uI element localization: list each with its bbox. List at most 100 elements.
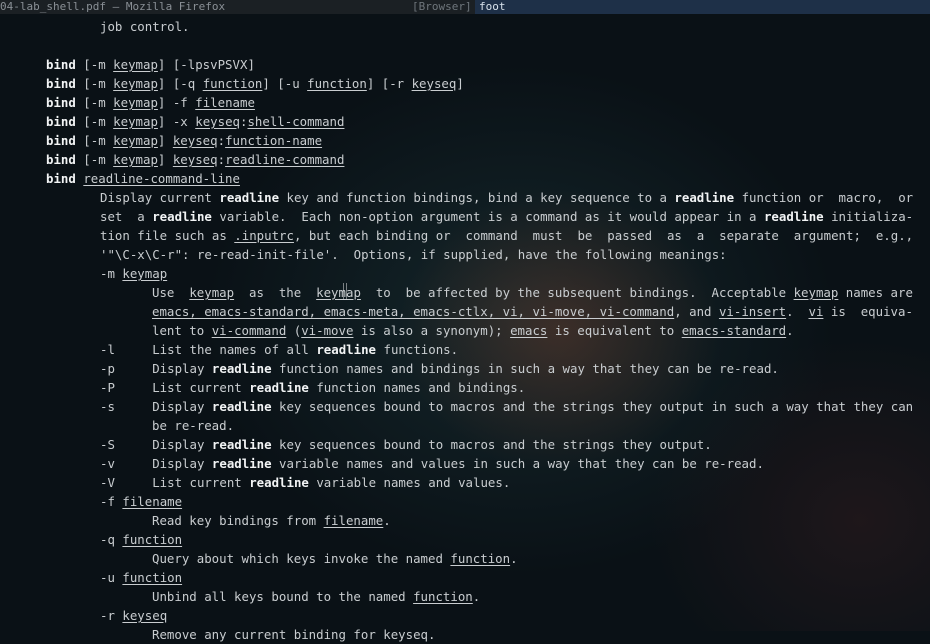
underlined-term: keymap [122,266,168,281]
underlined-term: keymap [189,285,235,300]
terminal-line: -s Display readline key sequences bound … [100,397,913,416]
text-run: -m [100,266,123,281]
underlined-term: vi-insert [718,304,787,319]
text-run: -P List current [100,380,250,395]
inactive-window-title: 04-lab_shell.pdf — Mozilla Firefox [0,0,226,13]
underlined-term: emacs, emacs-standard, emacs-meta, emacs… [152,304,675,319]
text-run: -v Display [100,456,212,471]
underlined-term: function [450,551,511,566]
terminal-line: bind [-m keymap] keyseq:function-name [46,131,322,150]
text-run: ] [-u [262,76,308,91]
text-run: -l List the names of all [100,342,317,357]
terminal-line: -l List the names of all readline functi… [100,340,458,359]
terminal-line: -r keyseq [100,606,167,625]
text-run: function names and bindings. [308,380,526,395]
inactive-window-tab[interactable]: 04-lab_shell.pdf — Mozilla Firefox [Brow… [0,0,472,14]
underlined-term: vi [808,304,824,319]
terminal-line: lent to vi-command (vi-move is also a sy… [152,321,794,340]
text-run: [-m [75,95,114,110]
text-run: -u [100,570,123,585]
underlined-term: keymap [793,285,839,300]
text-run: ] [157,133,173,148]
underlined-term: .inputrc [234,228,294,243]
text-run: lent to [152,323,212,338]
underlined-term: emacs [510,323,548,338]
underlined-term: function [307,76,367,91]
text-run: -q [100,532,123,547]
text-run: key and function bindings, bind a key se… [279,190,675,205]
underlined-term: keymap [113,133,158,148]
text-run: ] -f [157,95,196,110]
underlined-term: filename [323,513,384,528]
text-run: key sequences bound to macros and the st… [271,437,712,452]
terminal-line: -V List current readline variable names … [100,473,510,492]
text-run: is equiva- [823,304,913,319]
terminal-line: Read key bindings from filename. [152,511,391,530]
terminal-man-page[interactable]: job control. bind [-m keymap ] [-lpsvPSVX]… [0,14,930,642]
text-run: . [786,304,809,319]
bold-term: readline [219,190,280,205]
underlined-term: keyseq [195,114,240,129]
text-run: ] [-lpsvPSVX] [157,57,255,72]
terminal-line: bind [-m keymap] [-q function] [-u funct… [46,74,464,93]
terminal-line: -p Display readline function names and b… [100,359,779,378]
underlined-term: filename [122,494,183,509]
terminal-line: bind [-m keymap] -x keyseq:shell-command [46,112,344,131]
terminal-line: '"\C-x\C-r": re-read-init-file'. Options… [100,245,727,264]
text-run: . [472,589,481,604]
bold-term: readline [152,209,212,224]
terminal-line: Unbind all keys bound to the named funct… [152,587,480,606]
text-run: -s Display [100,399,212,414]
text-run: function names and bindings in such a wa… [271,361,779,376]
underlined-term: keyseq [172,133,218,148]
text-run: Read key bindings from [152,513,324,528]
text-run: [-m [75,114,114,129]
underlined-term: emacs-standard [681,323,787,338]
text-run: -p Display [100,361,212,376]
underlined-term: keymap [113,95,158,110]
bold-term: bind [46,133,76,148]
underlined-term: keymap [113,76,158,91]
text-run: Remove any current binding for keyseq. [152,627,436,642]
terminal-line: -P List current readline function names … [100,378,525,397]
text-run: -V List current [100,475,250,490]
text-run: job control. [100,19,190,34]
bold-term: bind [46,95,76,110]
terminal-line: emacs, emacs-standard, emacs-meta, emacs… [152,302,913,321]
bold-term: readline [211,437,272,452]
underlined-term: keymap [113,152,158,167]
text-run: is equivalent to [547,323,682,338]
terminal-line: job control. [100,17,190,36]
text-run: be re-read. [152,418,235,433]
text-run: variable names and values in such a way … [271,456,764,471]
bold-term: readline [211,399,272,414]
text-run: key sequences bound to macros and the st… [271,399,914,414]
text-run: ( [286,323,302,338]
terminal-line: Display current readline key and functio… [100,188,913,207]
bold-term: bind [46,152,76,167]
inactive-window-app-label: [Browser] [412,0,472,13]
underlined-term: function [122,532,183,547]
terminal-line: -f filename [100,492,182,511]
active-window-tab[interactable]: foot [475,0,930,14]
text-run: , and [674,304,719,319]
text-run: Display current [100,190,220,205]
text-run: Query about which keys invoke the named [152,551,451,566]
terminal-line: bind [-m keymap] keyseq:readline-command [46,150,344,169]
underlined-term: filename [195,95,255,110]
bold-term: readline [249,475,309,490]
underlined-term: readline-command [225,152,345,167]
terminal-line: -q function [100,530,182,549]
text-run: initializa- [823,209,914,224]
text-run: [-m [75,133,114,148]
underlined-term: shell-command [247,114,345,129]
underlined-term: keyseq [122,608,168,623]
terminal-line: Remove any current binding for keyseq. [152,625,435,644]
terminal-line: bind [-m keymap] -f filename [46,93,255,112]
text-run: . [786,323,794,338]
text-run: [-m [75,152,114,167]
text-run: ] [-q [157,76,203,91]
underlined-term: keyseq [172,152,218,167]
underlined-term: function [202,76,263,91]
underlined-term: keymap [113,114,158,129]
